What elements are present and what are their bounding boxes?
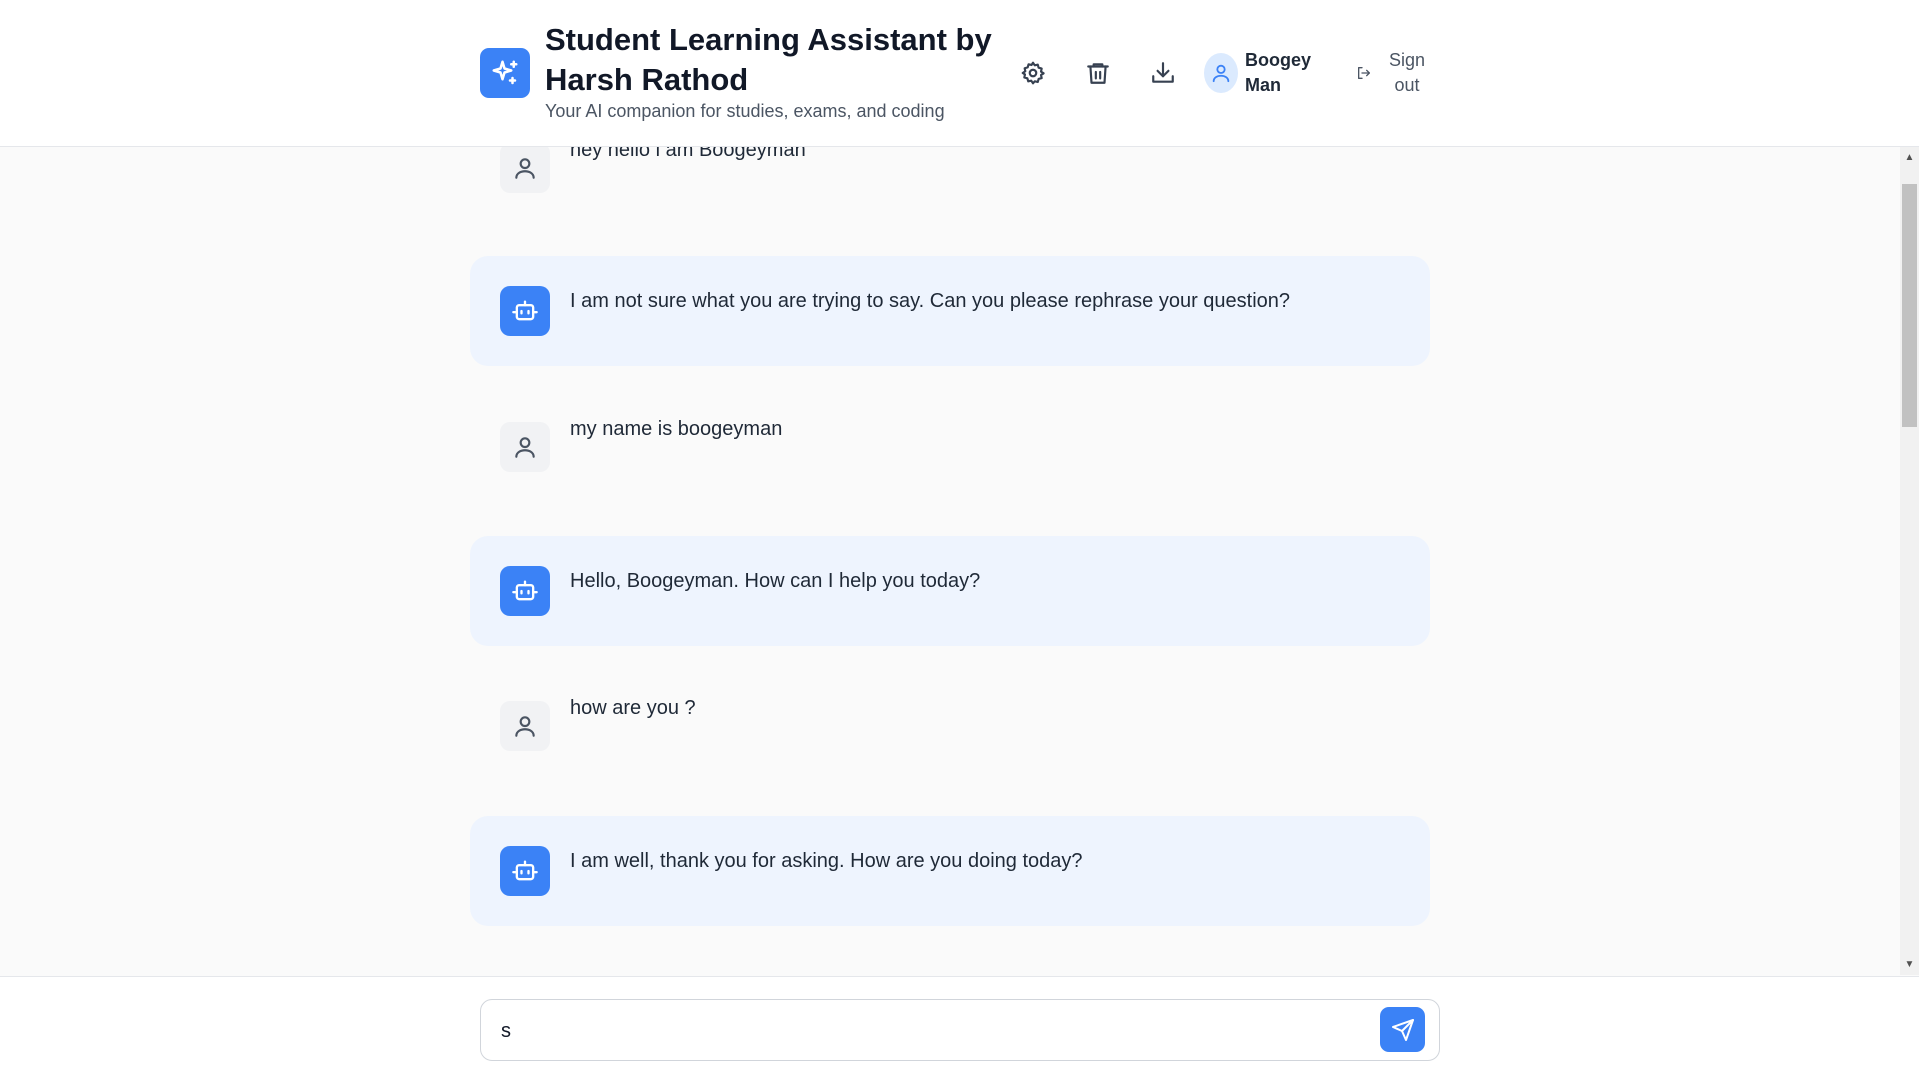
message-input-container bbox=[480, 999, 1440, 1061]
settings-button[interactable] bbox=[1016, 56, 1050, 90]
clear-chat-button[interactable] bbox=[1081, 56, 1115, 90]
send-icon bbox=[1391, 1018, 1414, 1041]
app-header: Student Learning Assistant by Harsh Rath… bbox=[0, 0, 1919, 147]
user-icon bbox=[515, 158, 535, 179]
send-button[interactable] bbox=[1380, 1007, 1425, 1052]
user-avatar bbox=[1204, 53, 1238, 93]
logo bbox=[480, 48, 530, 98]
message-text: Hello, Boogeyman. How can I help you tod… bbox=[570, 570, 981, 592]
settings-icon bbox=[1021, 61, 1045, 85]
bot-icon bbox=[512, 580, 538, 601]
user-avatar bbox=[500, 147, 550, 193]
trash-icon bbox=[1087, 63, 1109, 84]
chat-input-bar bbox=[0, 976, 1919, 1080]
user-name: Boogey Man bbox=[1245, 50, 1312, 95]
bot-avatar bbox=[500, 846, 550, 896]
download-button[interactable] bbox=[1146, 56, 1180, 90]
page-subtitle: Your AI companion for studies, exams, an… bbox=[545, 101, 945, 121]
bot-avatar bbox=[500, 566, 550, 616]
page-title: Student Learning Assistant by Harsh Rath… bbox=[545, 22, 992, 97]
download-icon bbox=[1152, 62, 1174, 83]
sign-out-button[interactable]: Sign out bbox=[1352, 48, 1442, 100]
user-avatar bbox=[500, 422, 550, 472]
message-text: I am well, thank you for asking. How are… bbox=[570, 850, 1083, 872]
sign-out-label: Sign out bbox=[1388, 50, 1426, 95]
sparkles-icon bbox=[492, 60, 518, 85]
chat-messages: hey hello i am Boogeyman I am not sure w… bbox=[0, 147, 1900, 975]
user-avatar bbox=[500, 701, 550, 751]
message-text: how are you ? bbox=[570, 697, 696, 719]
message-text: my name is boogeyman bbox=[570, 418, 783, 440]
message-text: hey hello i am Boogeyman bbox=[570, 147, 806, 161]
user-icon bbox=[1212, 64, 1230, 83]
sign-out-icon bbox=[1358, 67, 1370, 79]
message-input[interactable] bbox=[499, 1008, 1323, 1054]
scroll-thumb[interactable] bbox=[1902, 184, 1917, 427]
user-message: my name is boogeyman bbox=[470, 397, 1430, 507]
message-text: I am not sure what you are trying to say… bbox=[570, 290, 1291, 312]
chat-scrollbar[interactable]: ▲ ▼ bbox=[1900, 147, 1919, 975]
bot-icon bbox=[512, 860, 538, 881]
scroll-up-arrow-icon[interactable]: ▲ bbox=[1900, 149, 1919, 166]
assistant-message: Hello, Boogeyman. How can I help you tod… bbox=[470, 536, 1430, 646]
user-message: hey hello i am Boogeyman bbox=[470, 147, 1430, 227]
assistant-message: I am not sure what you are trying to say… bbox=[470, 256, 1430, 366]
bot-avatar bbox=[500, 286, 550, 336]
scroll-down-arrow-icon[interactable]: ▼ bbox=[1900, 956, 1919, 973]
user-icon bbox=[515, 437, 535, 458]
user-message: how are you ? bbox=[470, 677, 1430, 787]
assistant-message: I am well, thank you for asking. How are… bbox=[470, 816, 1430, 926]
bot-icon bbox=[512, 300, 538, 321]
user-icon bbox=[515, 716, 535, 737]
